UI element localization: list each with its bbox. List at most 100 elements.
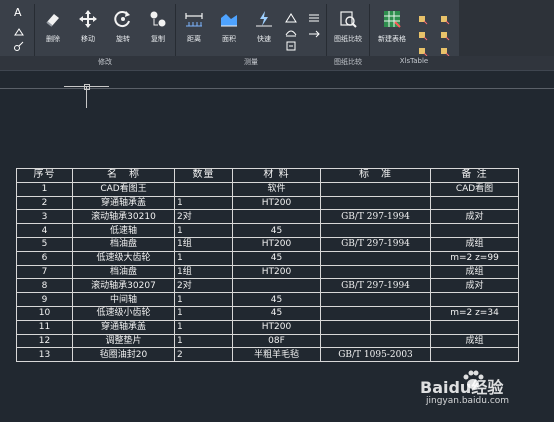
rotate-button[interactable]: 旋转 xyxy=(108,10,138,44)
table-cell: 成组 xyxy=(430,264,519,280)
table-cell: 12 xyxy=(16,333,73,349)
table-cell: 10 xyxy=(16,305,73,321)
table-cell: 2对 xyxy=(174,278,233,294)
table-export-icon[interactable] xyxy=(418,42,428,57)
table-cell xyxy=(320,319,431,335)
table-cell: 11 xyxy=(16,319,73,335)
panel-title-compare: 图纸比较 xyxy=(334,58,362,66)
delete-button[interactable]: 删除 xyxy=(38,10,68,44)
table-cell: 4 xyxy=(16,223,73,238)
header-quantity: 数量 xyxy=(174,168,233,183)
table-cell: 2 xyxy=(16,195,73,211)
table-cell: GB/T 297-1994 xyxy=(320,278,431,294)
table-cell: GB/T 297-1994 xyxy=(320,209,431,225)
table-cell: 1组 xyxy=(174,264,233,280)
table-row: 7 档油盘 1组 HT200 成组 xyxy=(16,264,519,280)
header-material: 材 料 xyxy=(232,168,321,183)
table-cell: 毡圈油封20 xyxy=(72,347,175,363)
table-cell xyxy=(232,209,321,225)
table-cell xyxy=(320,305,431,321)
table-cell: 成对 xyxy=(430,278,519,294)
watermark-brand: Baidu经验 xyxy=(420,378,504,397)
shape-icon[interactable] xyxy=(14,22,24,36)
table-cell: 档油盘 xyxy=(72,264,175,280)
quick-measure-button[interactable]: 快速 xyxy=(249,10,279,44)
quick-measure-icon xyxy=(255,10,273,28)
table-cell: 调整垫片 xyxy=(72,333,175,349)
compare-drawing-button[interactable]: 图纸比较 xyxy=(333,10,363,44)
arc-length-icon[interactable] xyxy=(285,22,297,37)
table-cell: m=2 z=34 xyxy=(430,305,519,321)
arrow-measure-icon[interactable] xyxy=(308,24,320,38)
table-cell xyxy=(320,250,431,266)
table-cell: 穿通轴承盖 xyxy=(72,319,175,335)
table-cell: HT200 xyxy=(232,264,321,280)
hatch-icon[interactable] xyxy=(14,36,24,51)
copy-icon xyxy=(149,10,167,28)
angle-icon[interactable] xyxy=(285,8,297,23)
move-button[interactable]: 移动 xyxy=(73,10,103,44)
copy-button[interactable]: 复制 xyxy=(143,10,173,44)
table-cell: HT200 xyxy=(232,236,321,252)
distance-icon xyxy=(185,10,203,28)
table-cell xyxy=(430,292,519,307)
table-cell xyxy=(430,347,519,363)
table-row: 10 低速级小齿轮 1 45 m=2 z=34 xyxy=(16,305,519,321)
table-cell xyxy=(320,264,431,280)
table-cell xyxy=(320,223,431,238)
coordinate-icon[interactable] xyxy=(285,36,296,51)
table-cell: 08F xyxy=(232,333,321,349)
table-split-icon[interactable] xyxy=(440,26,450,41)
table-insert-icon[interactable] xyxy=(418,10,428,25)
table-cell xyxy=(232,278,321,294)
table-cell: 8 xyxy=(16,278,73,294)
table-row: 13 毡圈油封20 2 半粗羊毛毡 GB/T 1095-2003 xyxy=(16,347,519,363)
table-cell: 穿通轴承盖 xyxy=(72,195,175,211)
header-note: 备 注 xyxy=(430,168,519,183)
table-cell: 1 xyxy=(174,292,233,307)
table-cell: HT200 xyxy=(232,195,321,211)
table-row: 11 穿通轴承盖 1 HT200 xyxy=(16,319,519,335)
table-cell: 软件 xyxy=(232,181,321,197)
new-table-button[interactable]: 新建表格 xyxy=(377,10,407,44)
text-icon[interactable]: A xyxy=(14,6,26,19)
move-icon xyxy=(79,10,97,28)
table-cell: 45 xyxy=(232,292,321,307)
table-cell: 9 xyxy=(16,292,73,307)
rotate-icon xyxy=(114,10,132,28)
table-cell xyxy=(320,292,431,307)
table-cell: 低速轴 xyxy=(72,223,175,238)
new-table-icon xyxy=(383,10,401,28)
area-icon xyxy=(220,10,238,28)
crosshair-pickbox xyxy=(84,84,90,90)
table-cell: 13 xyxy=(16,347,73,363)
table-cell: 滚动轴承30207 xyxy=(72,278,175,294)
table-cell: CAD看图 xyxy=(430,181,519,197)
table-cell: 5 xyxy=(16,236,73,252)
table-cell: 成组 xyxy=(430,333,519,349)
bom-table[interactable]: 序号 名 称 数量 材 料 标 准 备 注 1 CAD看图王 软件 CAD看图 2 穿通… xyxy=(16,168,519,363)
table-cell: 2对 xyxy=(174,209,233,225)
eraser-icon xyxy=(44,10,62,28)
header-name: 名 称 xyxy=(72,168,175,183)
table-cell: 1 xyxy=(174,319,233,335)
table-merge-icon[interactable] xyxy=(440,10,450,25)
table-edit-icon[interactable] xyxy=(418,26,428,41)
table-style-icon[interactable] xyxy=(440,42,450,57)
table-cell: 1 xyxy=(174,250,233,266)
table-cell: 3 xyxy=(16,209,73,225)
table-cell xyxy=(430,195,519,211)
table-cell: 低速级小齿轮 xyxy=(72,305,175,321)
table-cell xyxy=(320,195,431,211)
list-measure-icon[interactable] xyxy=(308,8,319,22)
header-index: 序号 xyxy=(16,168,73,183)
table-cell: 档油盘 xyxy=(72,236,175,252)
distance-button[interactable]: 距离 xyxy=(179,10,209,44)
panel-title-modify: 修改 xyxy=(98,58,112,66)
ribbon-toolbar: A 删除 移动 旋转 复制 距离 面积 快速 图纸比较 新建表格 修改 测量 图… xyxy=(0,0,554,71)
table-row: 5 档油盘 1组 HT200 GB/T 297-1994 成组 xyxy=(16,236,519,252)
table-cell: 45 xyxy=(232,305,321,321)
area-button[interactable]: 面积 xyxy=(214,10,244,44)
ribbon-divider xyxy=(0,70,554,71)
table-cell: 1 xyxy=(174,305,233,321)
